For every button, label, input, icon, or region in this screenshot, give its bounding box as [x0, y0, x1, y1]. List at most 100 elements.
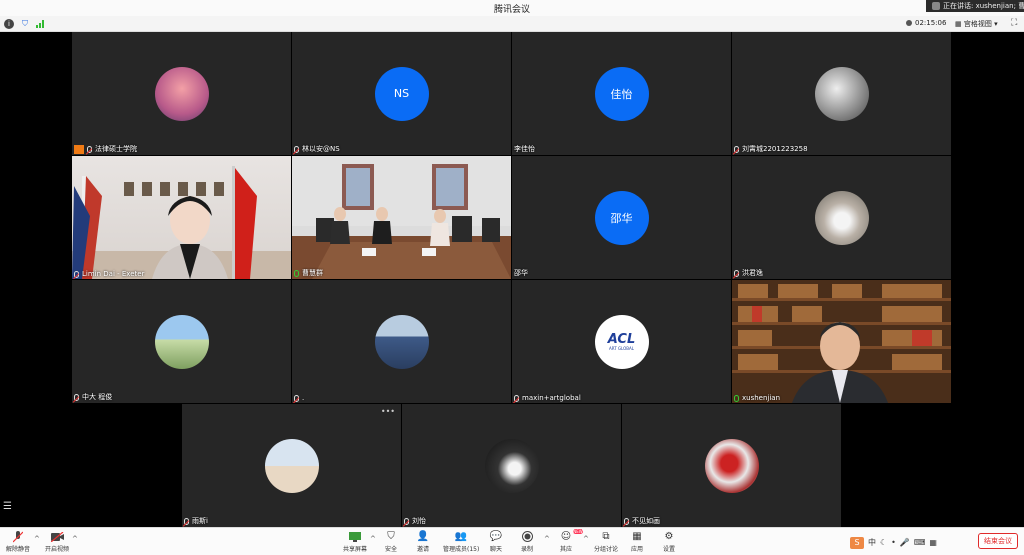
dot-icon[interactable]: • [891, 538, 896, 547]
video-frame [292, 156, 511, 279]
start-video-label: 开启视频 [45, 546, 70, 553]
info-icon[interactable]: i [4, 19, 14, 29]
participant-name: 林以安@NS [302, 145, 340, 153]
manage-members-button[interactable]: 👥 管理成员(15) [443, 530, 479, 553]
mic-muted-icon [514, 394, 519, 402]
chevron-up-icon[interactable]: ^ [72, 535, 78, 543]
logo-avatar: ACL ART GLOBAL [594, 314, 649, 369]
breakout-label: 分组讨论 [594, 546, 619, 553]
chevron-up-icon[interactable]: ^ [370, 535, 376, 543]
participant-tile[interactable]: 邵华 邵华 [512, 156, 731, 279]
chat-icon: 💬 [489, 531, 503, 542]
participant-name: 李佳怡 [514, 145, 535, 153]
members-icon: 👥 [454, 531, 468, 542]
security-label: 安全 [384, 546, 397, 553]
chat-button[interactable]: 💬 聊天 [489, 530, 503, 553]
participant-name-tag: maxin+artglobal [514, 394, 581, 402]
participant-tile[interactable]: 不见如画 [622, 404, 841, 527]
settings-button[interactable]: ⚙ 设置 [662, 530, 676, 553]
fullscreen-icon[interactable]: ⛶ [1011, 18, 1017, 28]
member-list-icon[interactable]: ☰ [3, 501, 17, 515]
keyboard-icon[interactable]: ⌨ [914, 538, 926, 547]
chevron-up-icon[interactable]: ^ [583, 535, 589, 543]
new-badge: NEW [573, 529, 583, 534]
apps-icon: ▦ [632, 531, 642, 542]
mic-muted-icon [87, 145, 92, 153]
child-avatar [264, 438, 319, 493]
participant-tile[interactable]: 刘怡 [402, 404, 621, 527]
participant-tile[interactable]: ••• 雨斯i [182, 404, 401, 527]
mic-muted-icon [11, 530, 25, 543]
swan-avatar [484, 438, 539, 493]
reactions-button[interactable]: ☺ 其应 [559, 530, 573, 553]
participant-tile[interactable]: . [292, 280, 511, 403]
chevron-down-icon: ▾ [991, 20, 998, 28]
unmute-label: 解除静音 [6, 546, 31, 553]
landscape-avatar [154, 66, 209, 121]
participant-video-tile[interactable]: 曹慧群 [292, 156, 511, 279]
share-screen-label: 共享屏幕 [343, 546, 368, 553]
participant-tile[interactable]: NS 林以安@NS [292, 32, 511, 155]
participant-tile[interactable]: 中大 程俊 [72, 280, 291, 403]
participant-tile[interactable]: 刘霄城2201223258 [732, 32, 951, 155]
view-switch-button[interactable]: ▦ 宫格视图 ▾ [955, 19, 998, 29]
start-video-button[interactable]: 开启视频 [45, 530, 69, 553]
speaking-indicator: 正在讲话: xushenjian; 曹 [926, 0, 1024, 12]
camera-off-icon [50, 530, 64, 543]
logo-subtext: ART GLOBAL [609, 345, 634, 351]
landscape-avatar [154, 314, 209, 369]
mic-muted-icon [734, 269, 739, 277]
participant-name-tag: 刘霄城2201223258 [734, 144, 808, 154]
ime-lang[interactable]: 中 [868, 538, 876, 547]
more-options-icon[interactable]: ••• [381, 407, 395, 416]
mic-tray-icon[interactable]: 🎤 [900, 538, 910, 547]
breakout-button[interactable]: ⧉ 分组讨论 [594, 530, 618, 553]
participant-video-tile[interactable]: xushenjian [732, 280, 951, 403]
participant-name-tag: 林以安@NS [294, 144, 340, 154]
record-label: 录制 [520, 546, 533, 553]
apps-button[interactable]: ▦ 应用 [630, 530, 644, 553]
participant-name: 刘霄城2201223258 [742, 145, 808, 153]
participant-name: 法律硕士学院 [95, 145, 137, 153]
mic-on-icon [294, 269, 299, 277]
participant-name: xushenjian [742, 394, 781, 402]
video-frame [732, 280, 951, 403]
record-button[interactable]: 录制 [520, 530, 534, 553]
participant-tile[interactable]: 洪君逸 [732, 156, 951, 279]
participant-name-tag: xushenjian [734, 394, 780, 402]
shield-icon[interactable]: ⛉ [20, 19, 30, 29]
chevron-up-icon[interactable]: ^ [544, 535, 550, 543]
participant-tile[interactable]: ACL ART GLOBAL maxin+artglobal [512, 280, 731, 403]
security-button[interactable]: ⛉ 安全 [384, 530, 398, 553]
meeting-timer: 02:15:06 [906, 19, 946, 27]
grid-tray-icon[interactable]: ▦ [929, 538, 937, 547]
participant-tile[interactable]: 法律硕士学院 [72, 32, 291, 155]
ime-logo-icon[interactable]: S [850, 537, 864, 549]
invite-button[interactable]: 👤 邀请 [416, 530, 430, 553]
end-meeting-button[interactable]: 结束会议 [978, 533, 1018, 549]
sketch-avatar [814, 66, 869, 121]
signal-icon[interactable] [36, 19, 46, 29]
participant-name: 洪君逸 [742, 269, 763, 277]
mic-muted-icon [734, 145, 739, 153]
meeting-toolbar: 解除静音 ^ 开启视频 ^ 共享屏幕 ^ ⛉ 安全 👤 邀请 👥 管理成员(15) 💬… [0, 527, 1024, 555]
record-icon [520, 530, 534, 543]
participant-name-tag: 雨斯i [184, 516, 208, 526]
participant-tile[interactable]: 佳怡 李佳怡 [512, 32, 731, 155]
mic-muted-icon [74, 393, 79, 401]
participant-name-tag: Limin Dai - Exeter [74, 270, 144, 278]
chevron-up-icon[interactable]: ^ [34, 535, 40, 543]
initials-avatar: NS [374, 66, 429, 121]
participant-name-tag: 洪君逸 [734, 268, 763, 278]
smile-icon: ☺ [560, 531, 572, 542]
share-screen-button[interactable]: 共享屏幕 [343, 530, 367, 553]
moon-icon[interactable]: ☾ [880, 538, 887, 547]
participant-video-tile[interactable]: Limin Dai - Exeter [72, 156, 291, 279]
participant-name-tag: 法律硕士学院 [74, 144, 137, 154]
unmute-button[interactable]: 解除静音 [6, 530, 30, 553]
title-bar: 腾讯会议 正在讲话: xushenjian; 曹 [0, 0, 1024, 16]
manage-members-label: 管理成员(15) [443, 546, 480, 553]
participant-name: 曹慧群 [302, 269, 323, 277]
video-grid: 法律硕士学院 NS 林以安@NS 佳怡 李佳怡 刘霄城2201223258 Li… [0, 32, 1024, 527]
settings-label: 设置 [662, 546, 675, 553]
